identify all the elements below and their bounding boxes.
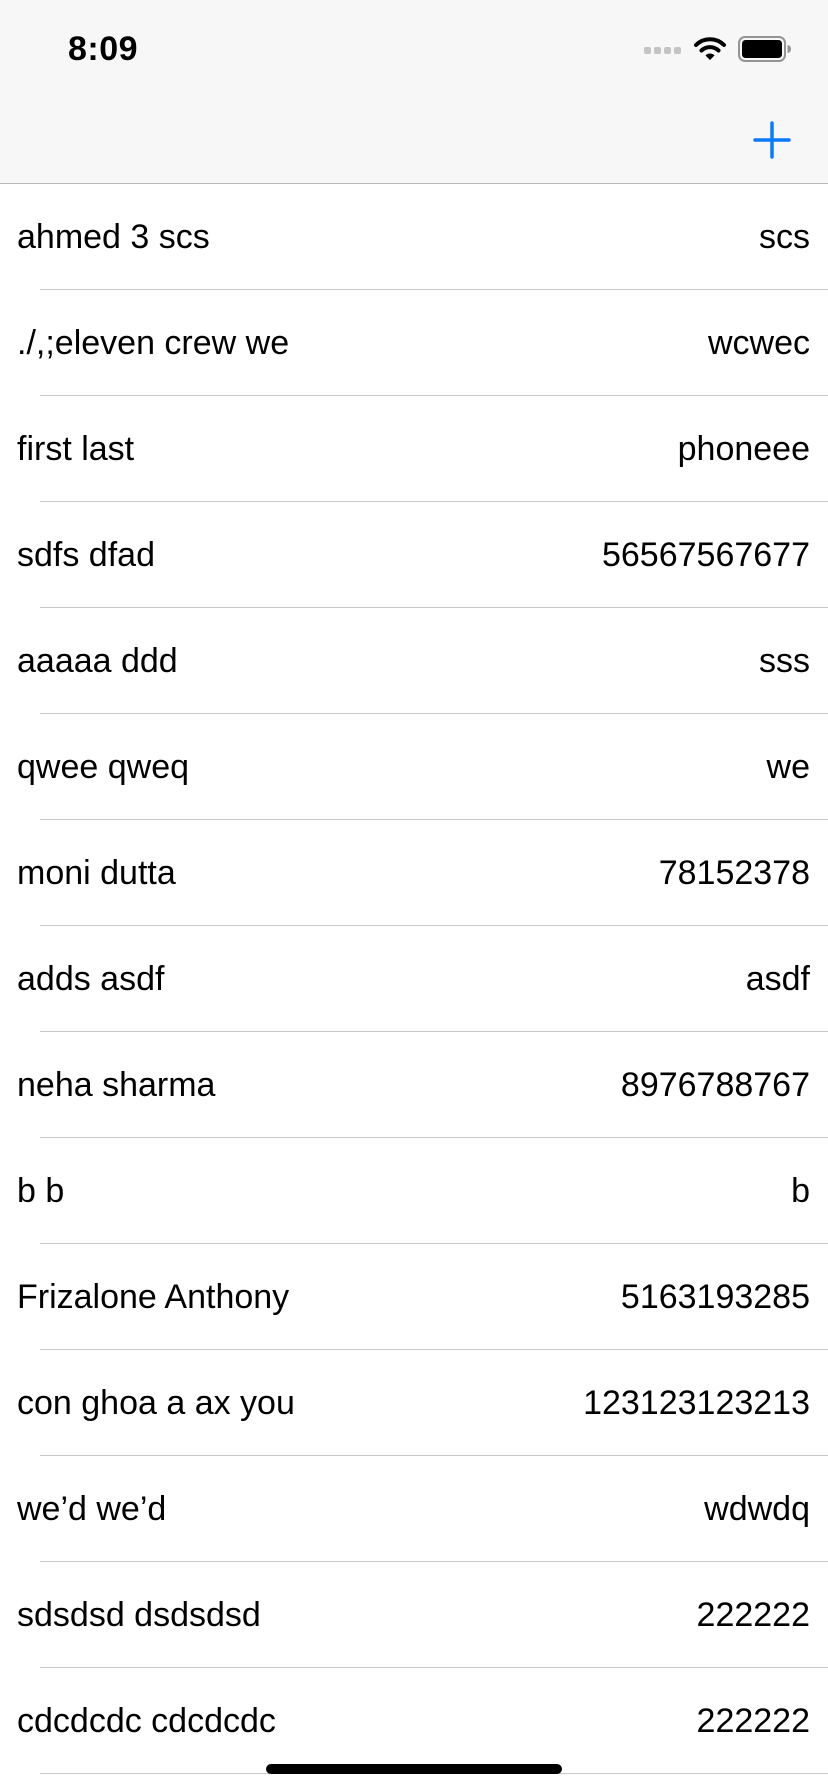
list-item[interactable]: qwee qweq we	[0, 714, 828, 820]
plus-icon	[753, 120, 791, 164]
contact-phone: 222222	[696, 1595, 810, 1634]
contact-name: sdfs dfad	[17, 535, 155, 574]
list-item[interactable]: we’d we’d wdwdq	[0, 1456, 828, 1562]
battery-icon	[738, 35, 792, 67]
list-item[interactable]: ahmed 3 scs scs	[0, 184, 828, 290]
contact-phone: 5163193285	[620, 1277, 810, 1316]
list-item[interactable]: con ghoa a ax you 123123123213	[0, 1350, 828, 1456]
list-item[interactable]: b b b	[0, 1138, 828, 1244]
contact-name: b b	[17, 1171, 65, 1210]
list-item[interactable]: sdsdsd dsdsdsd 222222	[0, 1562, 828, 1668]
list-item[interactable]: sdfs dfad 56567567677	[0, 502, 828, 608]
contact-name: adds asdf	[17, 959, 165, 998]
contact-name: moni dutta	[17, 853, 176, 892]
contact-name: ahmed 3 scs	[17, 217, 210, 256]
status-bar: 8:09	[0, 0, 828, 100]
list-item[interactable]: first last phoneee	[0, 396, 828, 502]
contact-phone: wdwdq	[704, 1489, 810, 1528]
contact-phone: 123123123213	[583, 1383, 810, 1422]
contact-list: ahmed 3 scs scs ./,;eleven crew we wcwec…	[0, 184, 828, 1774]
contact-phone: wcwec	[707, 323, 810, 362]
list-item[interactable]: aaaaa ddd sss	[0, 608, 828, 714]
list-item[interactable]: Frizalone Anthony 5163193285	[0, 1244, 828, 1350]
contact-phone: 56567567677	[601, 535, 810, 574]
add-contact-button[interactable]	[744, 114, 800, 170]
contact-name: aaaaa ddd	[17, 641, 178, 680]
wifi-icon	[694, 36, 726, 67]
status-icons	[644, 34, 792, 68]
contact-name: con ghoa a ax you	[17, 1383, 295, 1422]
contact-name: Frizalone Anthony	[17, 1277, 290, 1316]
contact-phone: b	[791, 1171, 810, 1210]
contact-phone: we	[766, 747, 810, 786]
home-indicator[interactable]	[266, 1764, 562, 1774]
contact-phone: 78152378	[658, 853, 810, 892]
contact-name: first last	[17, 429, 135, 468]
contact-name: cdcdcdc cdcdcdc	[17, 1701, 276, 1740]
status-time: 8:09	[68, 30, 139, 68]
signal-dots-icon	[644, 42, 682, 60]
contact-phone: 222222	[696, 1701, 810, 1740]
contact-phone: 8976788767	[620, 1065, 810, 1104]
list-item[interactable]: moni dutta 78152378	[0, 820, 828, 926]
contact-name: sdsdsd dsdsdsd	[17, 1595, 261, 1634]
list-item[interactable]: neha sharma 8976788767	[0, 1032, 828, 1138]
contact-phone: scs	[759, 217, 810, 256]
navigation-bar	[0, 100, 828, 184]
contact-phone: phoneee	[677, 429, 810, 468]
contact-phone: sss	[759, 641, 810, 680]
contact-phone: asdf	[745, 959, 810, 998]
list-item[interactable]: cdcdcdc cdcdcdc 222222	[0, 1668, 828, 1774]
list-item[interactable]: adds asdf asdf	[0, 926, 828, 1032]
contact-name: qwee qweq	[17, 747, 190, 786]
list-item[interactable]: ./,;eleven crew we wcwec	[0, 290, 828, 396]
contact-name: neha sharma	[17, 1065, 216, 1104]
contact-name: we’d we’d	[17, 1489, 167, 1528]
contact-name: ./,;eleven crew we	[17, 323, 290, 362]
